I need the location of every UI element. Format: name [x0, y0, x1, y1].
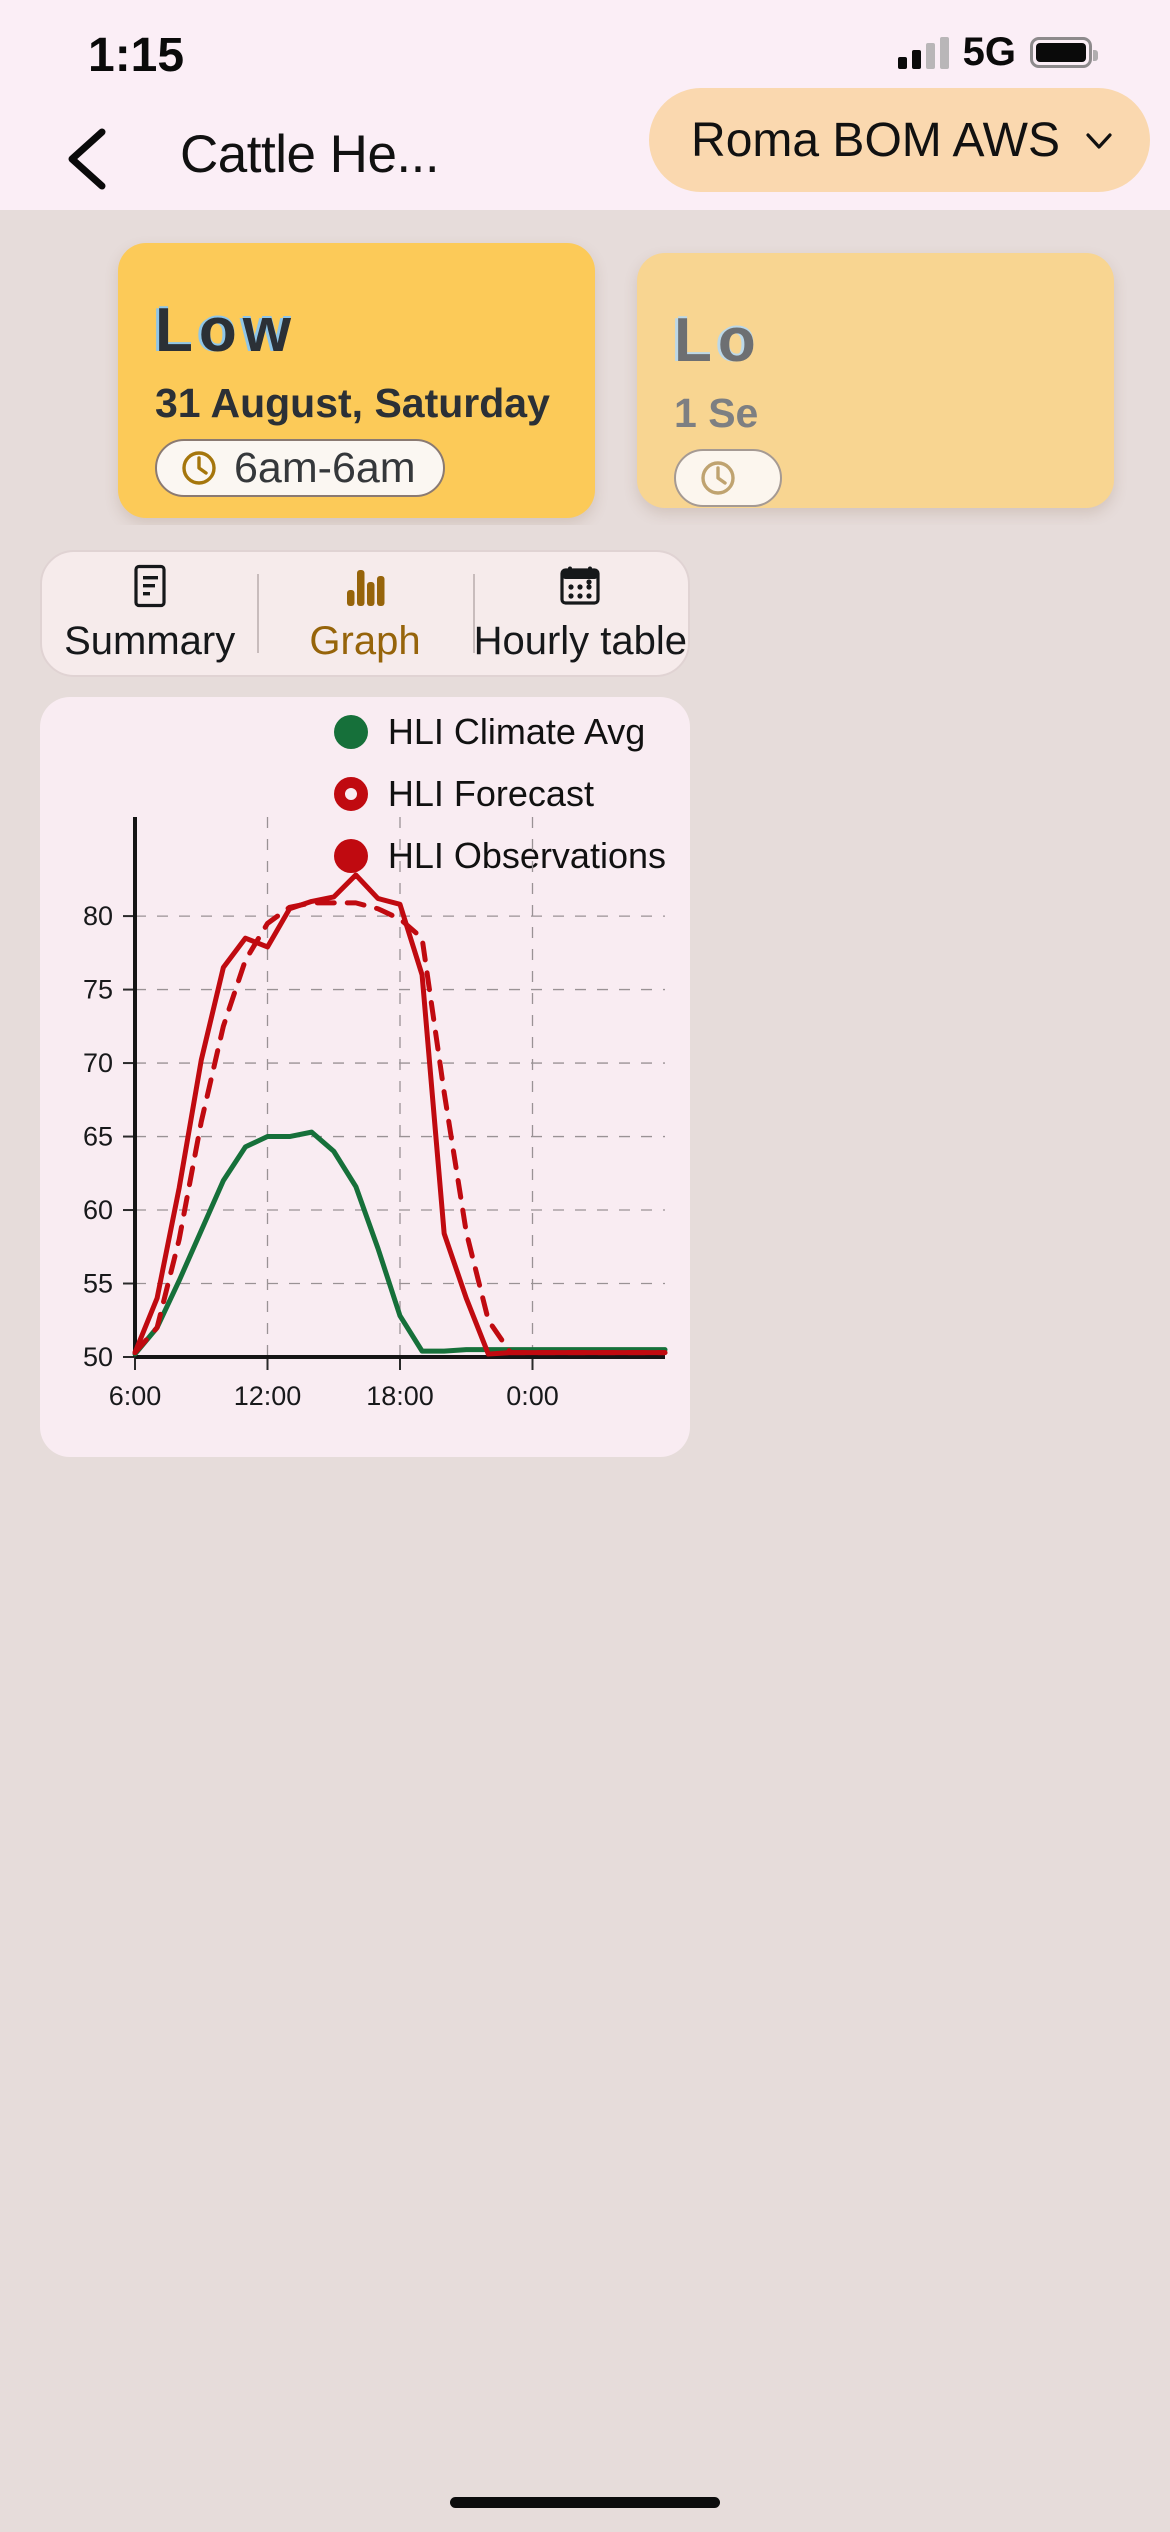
svg-text:0:00: 0:00: [506, 1381, 559, 1411]
time-range-pill[interactable]: 6am-6am: [155, 439, 445, 497]
cellular-bars-icon: [897, 36, 949, 69]
day-card-carousel[interactable]: Low 31 August, Saturday 6am-6am Lo 1 Se: [0, 235, 1170, 525]
tab-summary-label: Summary: [64, 618, 236, 663]
content-area: Low 31 August, Saturday 6am-6am Lo 1 Se: [0, 210, 1170, 2532]
calendar-icon: [558, 564, 602, 608]
svg-text:60: 60: [83, 1195, 113, 1225]
view-mode-tabs[interactable]: Summary Graph Hourly table: [40, 550, 690, 677]
tab-graph[interactable]: Graph: [257, 552, 472, 675]
svg-text:65: 65: [83, 1122, 113, 1152]
tab-graph-label: Graph: [309, 618, 421, 663]
svg-text:50: 50: [83, 1342, 113, 1372]
status-indicators: 5G: [897, 30, 1098, 75]
chevron-down-icon: [1086, 133, 1112, 149]
phone-screen: 1:15 5G Cattle He... Roma BOM AWS Low 31…: [0, 0, 1170, 2532]
svg-text:6:00: 6:00: [109, 1381, 162, 1411]
document-icon: [132, 564, 168, 608]
station-selector[interactable]: Roma BOM AWS: [649, 88, 1150, 192]
home-indicator: [450, 2497, 720, 2508]
card-date-label: 31 August, Saturday: [155, 380, 550, 426]
svg-text:18:00: 18:00: [366, 1381, 434, 1411]
back-button[interactable]: [58, 126, 122, 192]
station-label: Roma BOM AWS: [691, 113, 1060, 167]
svg-text:80: 80: [83, 901, 113, 931]
network-type-label: 5G: [962, 30, 1016, 74]
clock-icon: [701, 461, 735, 495]
day-card-current[interactable]: Low 31 August, Saturday 6am-6am: [118, 243, 595, 518]
card-date-label-next: 1 Se: [674, 390, 759, 436]
svg-text:55: 55: [83, 1269, 113, 1299]
clock-icon: [182, 451, 216, 485]
risk-level-label: Low: [155, 296, 297, 365]
time-range-pill-next[interactable]: [674, 449, 782, 507]
hli-line-chart: 50 55 60 65 70 75 80 6:00 12:00 18:00 0:00: [83, 817, 668, 1411]
navigation-bar: Cattle He... Roma BOM AWS: [0, 88, 1170, 210]
day-card-next[interactable]: Lo 1 Se: [637, 253, 1114, 508]
svg-text:75: 75: [83, 975, 113, 1005]
chart-card: HLI Climate Avg HLI Forecast HLI Observa…: [40, 697, 690, 1457]
svg-text:12:00: 12:00: [234, 1381, 302, 1411]
time-range-label: 6am-6am: [234, 443, 416, 492]
status-time: 1:15: [88, 29, 185, 82]
risk-level-label-next: Lo: [674, 306, 762, 375]
tab-hourly-table-label: Hourly table: [473, 618, 688, 663]
tab-hourly-table[interactable]: Hourly table: [472, 552, 688, 675]
bar-chart-icon: [343, 564, 387, 608]
tab-summary[interactable]: Summary: [42, 552, 257, 675]
chevron-left-icon: [68, 128, 106, 190]
battery-full-icon: [1030, 37, 1098, 68]
svg-text:70: 70: [83, 1048, 113, 1078]
page-title: Cattle He...: [180, 125, 440, 184]
